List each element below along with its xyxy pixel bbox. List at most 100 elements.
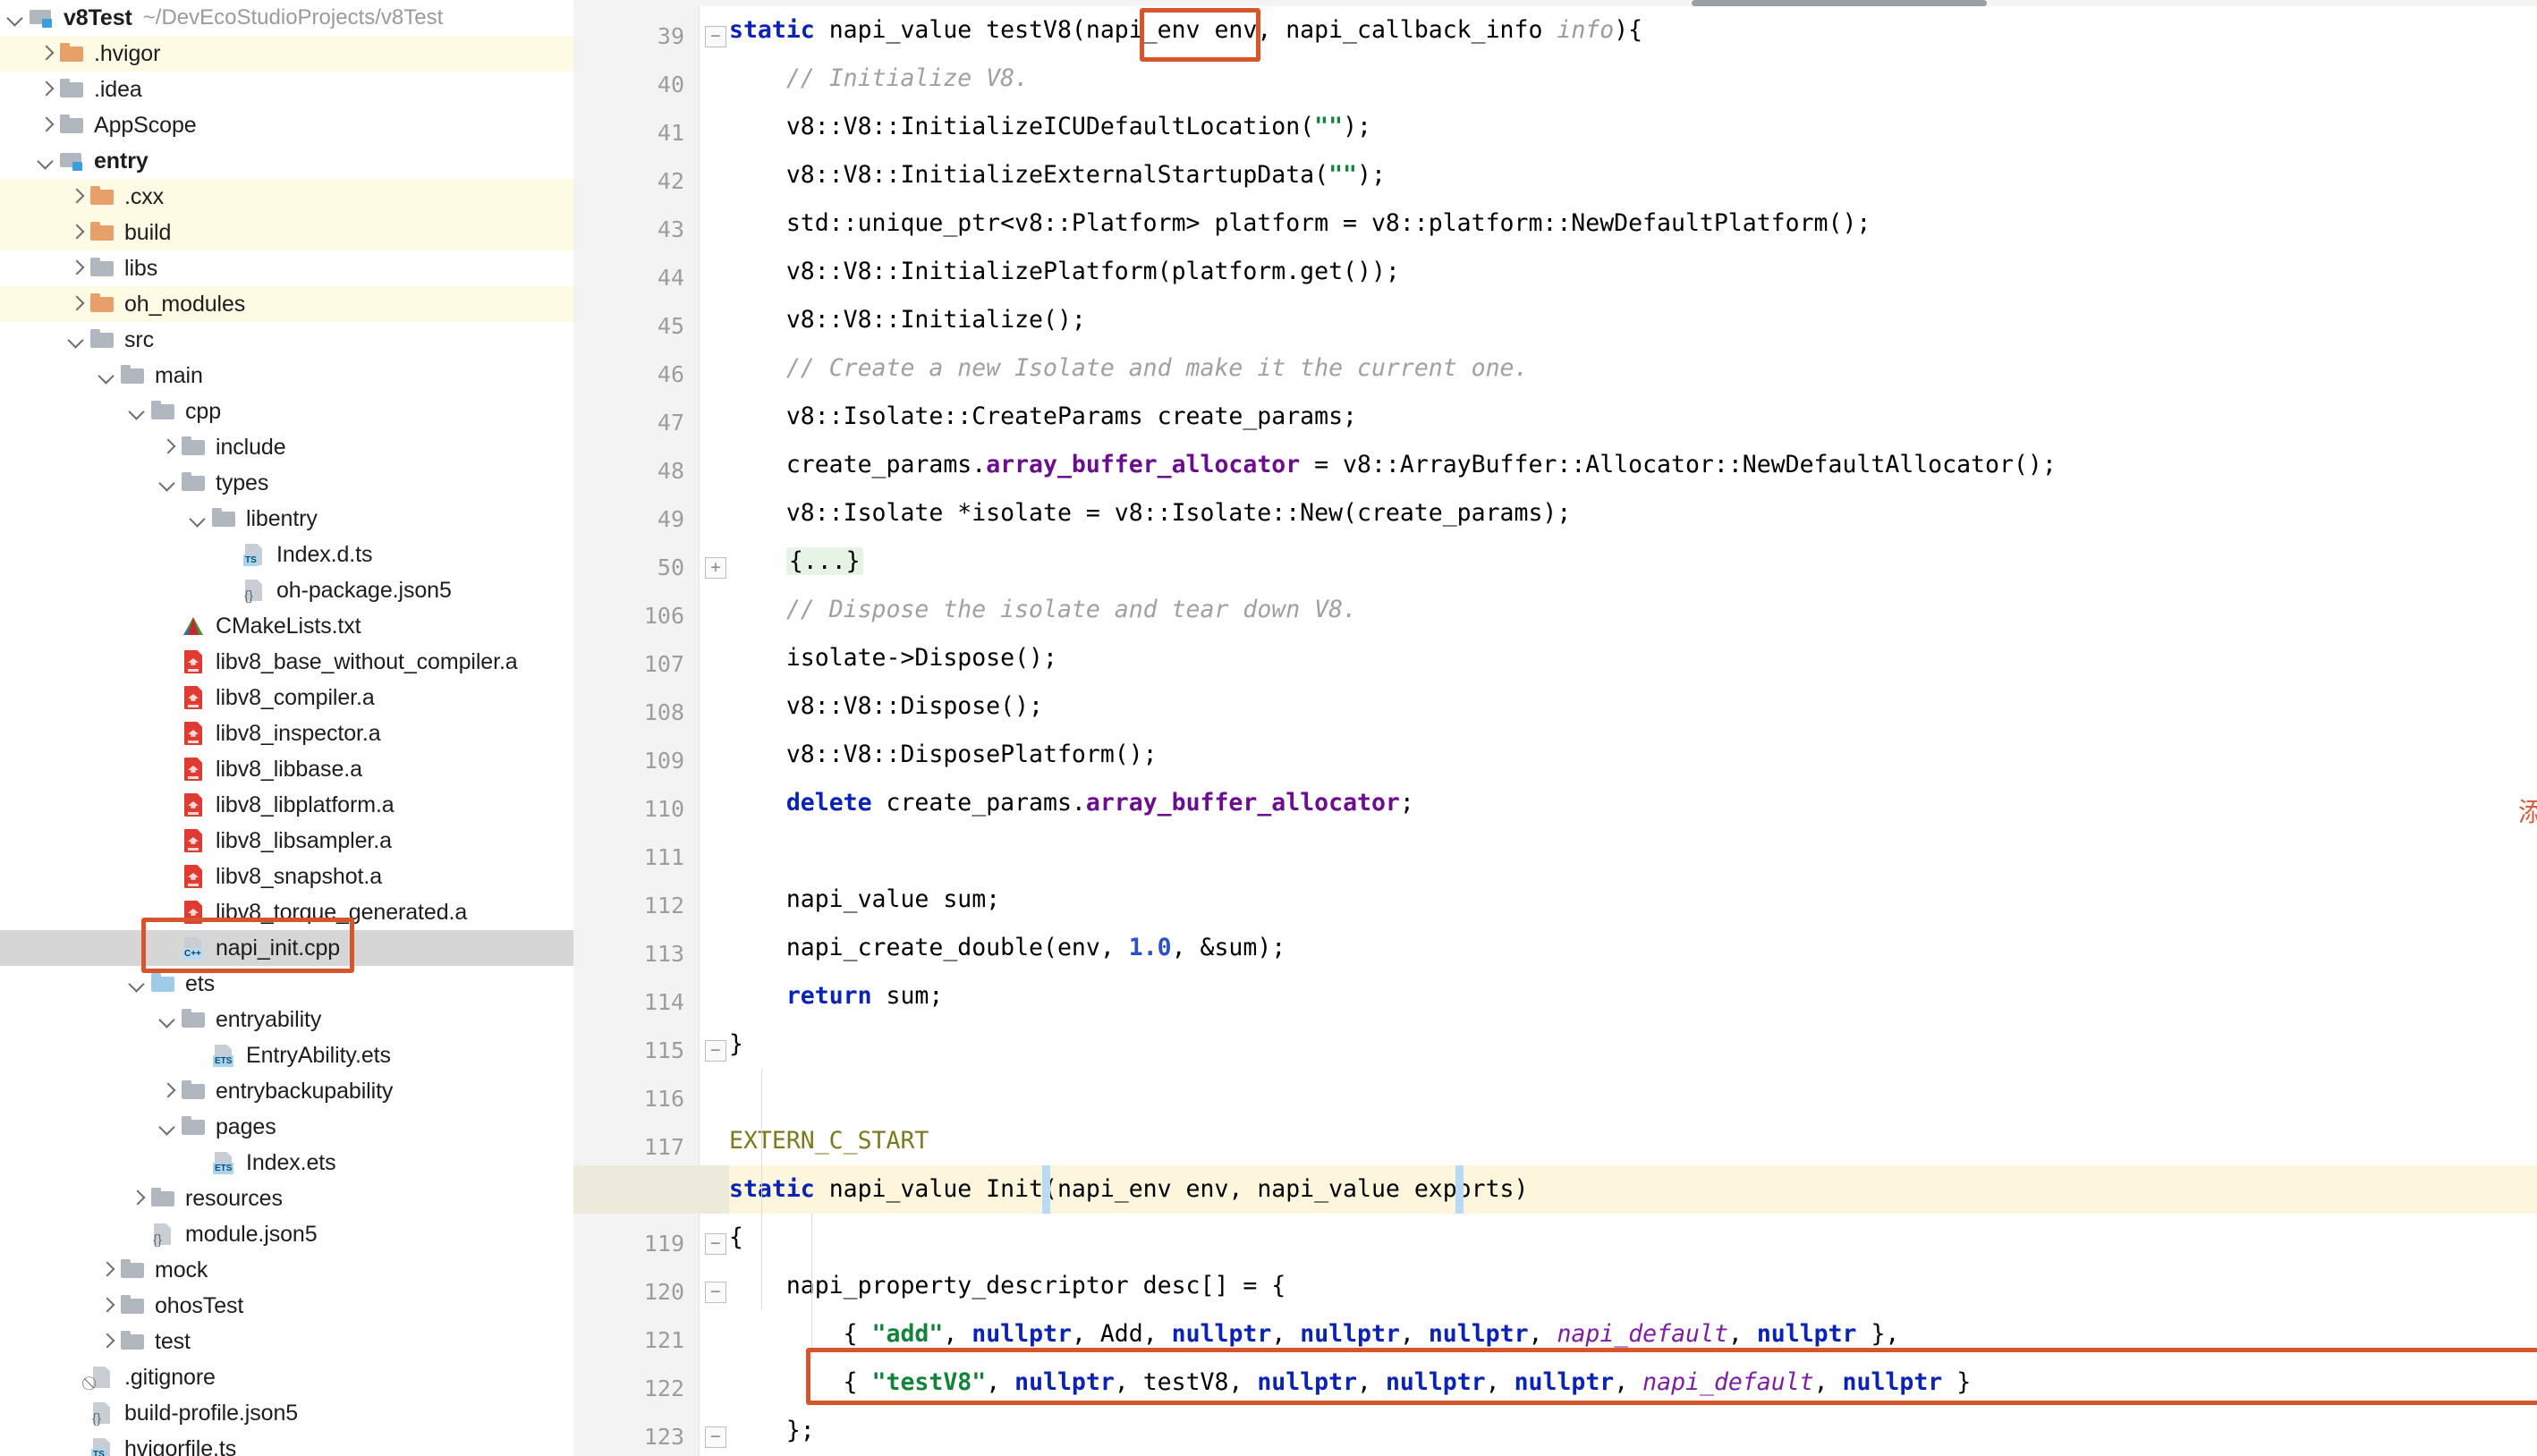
tree-item-entrybackupability[interactable]: entrybackupability	[0, 1073, 573, 1109]
tree-item-entryability[interactable]: entryability	[0, 1002, 573, 1037]
tree-item-main[interactable]: main	[0, 358, 573, 394]
code-line[interactable]: napi_value sum;	[729, 876, 1000, 924]
tree-item-src[interactable]: src	[0, 322, 573, 358]
chevron-right-icon[interactable]	[157, 437, 177, 457]
code-line[interactable]: {...}	[729, 538, 863, 586]
editor-horizontal-scrollbar[interactable]	[573, 0, 2537, 6]
chevron-right-icon[interactable]	[36, 115, 55, 135]
tree-item-index-d-ts[interactable]: TSIndex.d.ts	[0, 537, 573, 572]
tree-item-mock[interactable]: mock	[0, 1252, 573, 1288]
tree-item-index-ets[interactable]: ETSIndex.ets	[0, 1145, 573, 1181]
tree-item-gitignore[interactable]: ⃠.gitignore	[0, 1359, 573, 1395]
tree-item-build[interactable]: build	[0, 215, 573, 250]
tree-item-napi-init-cpp[interactable]: C++napi_init.cpp	[0, 930, 573, 966]
tree-item-hvigor[interactable]: .hvigor	[0, 36, 573, 72]
tree-item-libv8-libbase-a[interactable]: libv8_libbase.a	[0, 751, 573, 787]
chevron-down-icon[interactable]	[157, 1117, 177, 1137]
tree-item-libv8-libplatform-a[interactable]: libv8_libplatform.a	[0, 787, 573, 823]
tree-item-idea[interactable]: .idea	[0, 72, 573, 107]
chevron-right-icon[interactable]	[157, 1081, 177, 1101]
tree-item-module-json5[interactable]: {}module.json5	[0, 1216, 573, 1252]
tree-item-libv8-inspector-a[interactable]: libv8_inspector.a	[0, 715, 573, 751]
code-line[interactable]: { "testV8", nullptr, testV8, nullptr, nu…	[729, 1359, 1971, 1407]
chevron-right-icon[interactable]	[66, 223, 86, 242]
tree-item-cmakelists-txt[interactable]: CMakeLists.txt	[0, 608, 573, 644]
code-line[interactable]: v8::V8::InitializePlatform(platform.get(…	[729, 248, 1400, 296]
code-line[interactable]: v8::Isolate::CreateParams create_params;	[729, 393, 1357, 441]
code-line[interactable]: }	[729, 1020, 743, 1069]
tree-item-libs[interactable]: libs	[0, 250, 573, 286]
code-line[interactable]: v8::V8::Dispose();	[729, 682, 1043, 731]
tree-item-cpp[interactable]: cpp	[0, 394, 573, 429]
chevron-down-icon[interactable]	[188, 509, 208, 529]
tree-item-appscope[interactable]: AppScope	[0, 107, 573, 143]
code-fold-expand-icon[interactable]: +	[705, 557, 726, 579]
chevron-down-icon[interactable]	[66, 330, 86, 350]
code-folding-gutter[interactable]: − + − − − −	[700, 6, 729, 1456]
code-line[interactable]: v8::V8::InitializeICUDefaultLocation("")…	[729, 103, 1371, 151]
code-line[interactable]: delete create_params.array_buffer_alloca…	[729, 779, 1414, 827]
chevron-right-icon[interactable]	[66, 258, 86, 278]
chevron-down-icon[interactable]	[127, 974, 147, 994]
tree-root-row[interactable]: v8Test ~/DevEcoStudioProjects/v8Test	[0, 0, 573, 36]
code-line[interactable]: { "add", nullptr, Add, nullptr, nullptr,…	[729, 1310, 1899, 1359]
tree-item-test[interactable]: test	[0, 1324, 573, 1359]
code-line[interactable]: create_params.array_buffer_allocator = v…	[729, 441, 2057, 489]
chevron-right-icon[interactable]	[127, 1189, 147, 1208]
code-line[interactable]: // Dispose the isolate and tear down V8.	[729, 586, 1357, 634]
code-line[interactable]: napi_create_double(env, 1.0, &sum);	[729, 924, 1285, 972]
scrollbar-thumb[interactable]	[1692, 0, 1987, 6]
tree-item-entryability-ets[interactable]: ETSEntryAbility.ets	[0, 1037, 573, 1073]
tree-item-libv8-snapshot-a[interactable]: libv8_snapshot.a	[0, 859, 573, 894]
chevron-down-icon[interactable]	[36, 151, 55, 171]
chevron-down-icon[interactable]	[127, 402, 147, 421]
chevron-down-icon[interactable]	[97, 366, 116, 385]
chevron-right-icon[interactable]	[97, 1296, 116, 1316]
tree-item-resources[interactable]: resources	[0, 1181, 573, 1216]
chevron-down-icon[interactable]	[157, 473, 177, 493]
tree-item-oh-modules[interactable]: oh_modules	[0, 286, 573, 322]
chevron-right-icon[interactable]	[97, 1260, 116, 1280]
tree-item-libv8-base-without-compiler-a[interactable]: libv8_base_without_compiler.a	[0, 644, 573, 680]
code-line[interactable]: // Initialize V8.	[729, 55, 1029, 103]
code-line[interactable]: static napi_value testV8(napi_env env, n…	[729, 6, 1642, 55]
tree-item-libentry[interactable]: libentry	[0, 501, 573, 537]
chevron-right-icon[interactable]	[66, 294, 86, 314]
code-line[interactable]: // Create a new Isolate and make it the …	[729, 344, 1528, 393]
code-fold-collapse-icon[interactable]: −	[705, 1040, 726, 1062]
tree-item-types[interactable]: types	[0, 465, 573, 501]
code-line[interactable]: static napi_value Init(napi_env env, nap…	[729, 1165, 1528, 1214]
code-fold-collapse-icon[interactable]: −	[705, 1282, 726, 1303]
code-line[interactable]: return sum;	[729, 972, 943, 1020]
tree-item-oh-package-json5[interactable]: {}oh-package.json5	[0, 572, 573, 608]
chevron-right-icon[interactable]	[36, 80, 55, 99]
code-fold-collapse-icon[interactable]: −	[705, 26, 726, 47]
tree-item-libv8-libsampler-a[interactable]: libv8_libsampler.a	[0, 823, 573, 859]
code-fold-collapse-icon[interactable]: −	[705, 1233, 726, 1255]
chevron-right-icon[interactable]	[97, 1332, 116, 1351]
code-fold-collapse-icon[interactable]: −	[705, 1426, 726, 1448]
tree-item-entry[interactable]: entry	[0, 143, 573, 179]
tree-item-ohostest[interactable]: ohosTest	[0, 1288, 573, 1324]
code-line[interactable]: isolate->Dispose();	[729, 634, 1057, 682]
tree-item-libv8-torque-generated-a[interactable]: libv8_torque_generated.a	[0, 894, 573, 930]
code-line[interactable]: v8::V8::Initialize();	[729, 296, 1086, 344]
code-line[interactable]: EXTERN_C_START	[729, 1117, 929, 1165]
code-text-area[interactable]: static napi_value testV8(napi_env env, n…	[729, 6, 2537, 1456]
tree-item-ets[interactable]: ets	[0, 966, 573, 1002]
tree-item-pages[interactable]: pages	[0, 1109, 573, 1145]
code-line[interactable]: {	[729, 1214, 743, 1262]
code-line[interactable]: napi_property_descriptor desc[] = {	[729, 1262, 1285, 1310]
chevron-down-icon[interactable]	[5, 8, 25, 28]
tree-item-hvigorfile-ts[interactable]: TShvigorfile.ts	[0, 1431, 573, 1456]
tree-item-include[interactable]: include	[0, 429, 573, 465]
tree-item-cxx[interactable]: .cxx	[0, 179, 573, 215]
chevron-down-icon[interactable]	[157, 1010, 177, 1029]
code-editor[interactable]: 3940414243444546474849501061071081091101…	[573, 0, 2537, 1456]
code-line[interactable]: v8::V8::DisposePlatform();	[729, 731, 1158, 779]
code-line[interactable]: v8::V8::InitializeExternalStartupData(""…	[729, 151, 1386, 199]
tree-item-build-profile-json5[interactable]: {}build-profile.json5	[0, 1395, 573, 1431]
code-line[interactable]: v8::Isolate *isolate = v8::Isolate::New(…	[729, 489, 1571, 538]
code-line[interactable]: std::unique_ptr<v8::Platform> platform =…	[729, 199, 1871, 248]
tree-item-libv8-compiler-a[interactable]: libv8_compiler.a	[0, 680, 573, 715]
